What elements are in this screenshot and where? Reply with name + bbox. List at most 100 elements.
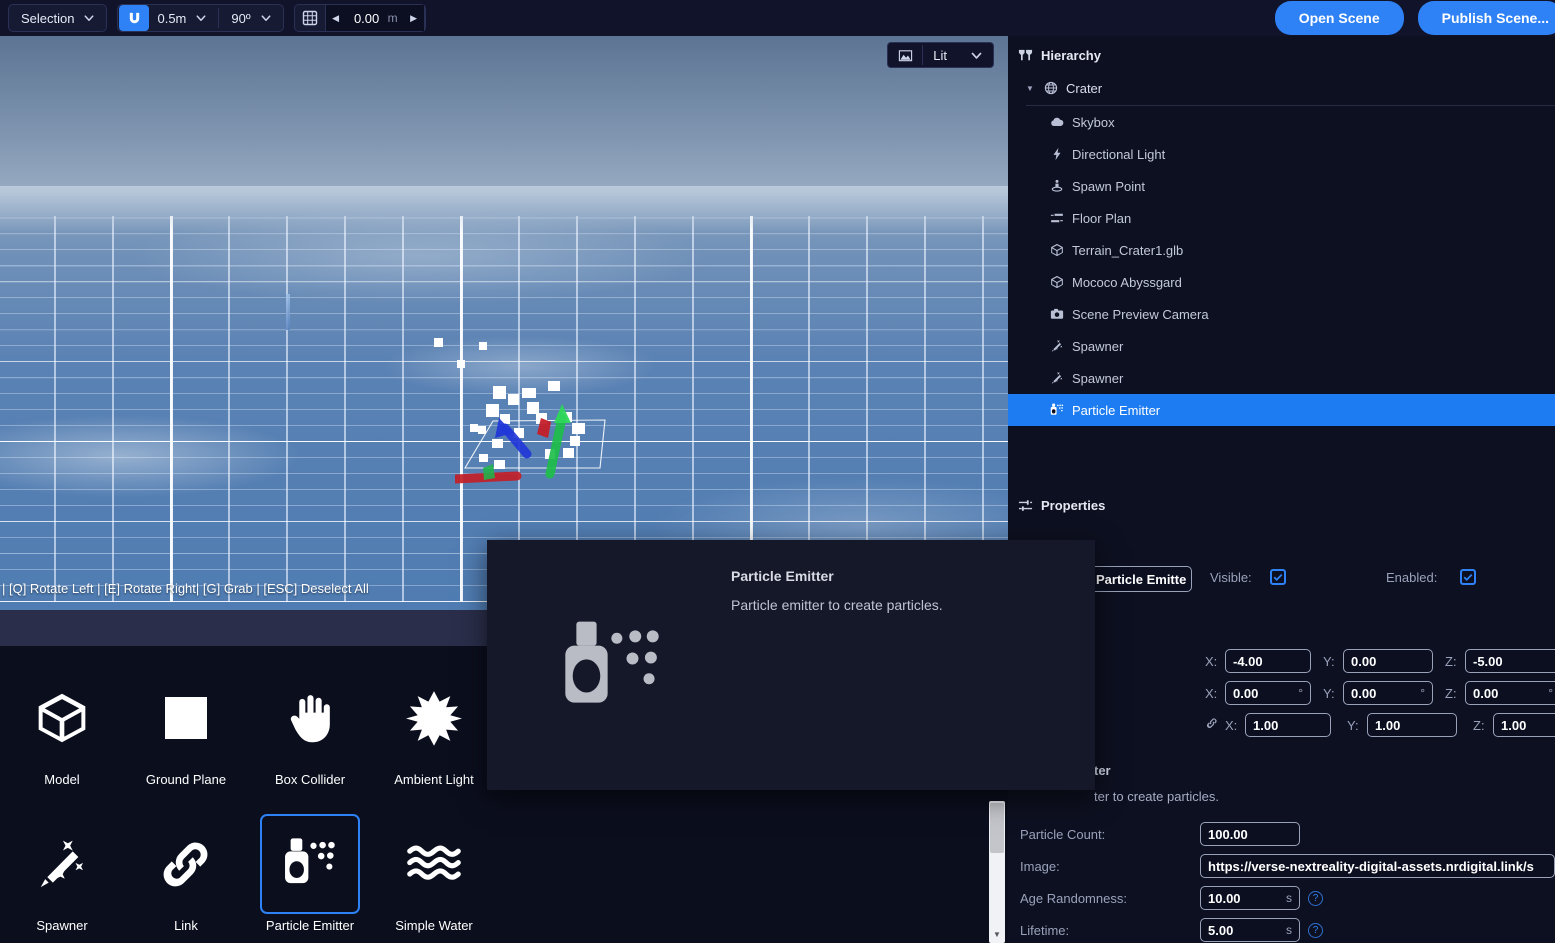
stepper-decrement-icon[interactable]: ◀ [326, 5, 346, 31]
property-input[interactable]: 5.00 s [1200, 918, 1300, 942]
hierarchy-item-mococo-abyssgard[interactable]: Mococo Abyssgard [1008, 266, 1555, 298]
hierarchy-item-directional-light[interactable]: Directional Light [1008, 138, 1555, 170]
selection-mode-dropdown[interactable]: Selection [8, 4, 108, 32]
hierarchy-item-terrain-crater1-glb[interactable]: Terrain_Crater1.glb [1008, 234, 1555, 266]
visible-checkbox[interactable] [1270, 569, 1286, 585]
palette-item-particle-emitter[interactable]: Particle Emitter [248, 792, 372, 938]
magic-wand-icon [12, 814, 112, 914]
asset-tooltip: Particle Emitter Particle emitter to cre… [487, 540, 1095, 790]
hierarchy-item-spawner[interactable]: Spawner [1008, 362, 1555, 394]
property-field-image: Image: https://verse-nextreality-digital-… [1020, 854, 1555, 878]
palette-item-box-collider[interactable]: Box Collider [248, 646, 372, 792]
property-unit: s [1286, 891, 1292, 905]
property-value: https://verse-nextreality-digital-assets… [1208, 858, 1534, 874]
snap-angle-dropdown[interactable]: 90º [219, 4, 282, 32]
grid-height-value[interactable]: 0.00 [346, 11, 388, 26]
rotation-x-input[interactable]: 0.00 ° [1225, 681, 1311, 705]
palette-scrollbar-thumb[interactable] [990, 803, 1004, 853]
palette-scrollbar[interactable]: ▼ [989, 801, 1005, 943]
hierarchy-item-scene-preview-camera[interactable]: Scene Preview Camera [1008, 298, 1555, 330]
rotation-z-value: 0.00 [1473, 685, 1499, 701]
palette-item-simple-water[interactable]: Simple Water [372, 792, 496, 938]
bolt-icon [1050, 147, 1072, 161]
property-label: Lifetime: [1020, 922, 1070, 938]
position-y-label: Y: [1323, 653, 1335, 669]
render-mode-dropdown[interactable]: Lit [887, 42, 994, 68]
grid-height-stepper[interactable]: ◀ 0.00 m ▶ [324, 5, 425, 31]
palette-item-label: Link [174, 918, 198, 933]
scale-y-label: Y: [1347, 717, 1359, 733]
hierarchy-item-label: Directional Light [1072, 146, 1166, 162]
property-label: Age Randomness: [1020, 890, 1127, 906]
hierarchy-item-floor-plan[interactable]: Floor Plan [1008, 202, 1555, 234]
publish-scene-button[interactable]: Publish Scene... [1417, 1, 1555, 35]
hierarchy-root-label: Crater [1066, 80, 1103, 96]
grid-snap-group[interactable]: ◀ 0.00 m ▶ [293, 4, 426, 32]
cube-icon [1050, 275, 1072, 289]
toolbar-actions: Open Scene Publish Scene... [1274, 1, 1555, 35]
property-input[interactable]: 10.00 s [1200, 886, 1300, 910]
snap-distance-dropdown[interactable]: 0.5m [149, 4, 218, 32]
property-input[interactable]: 100.00 [1200, 822, 1300, 846]
snap-group[interactable]: 0.5m 90º [117, 4, 284, 32]
scroll-down-icon[interactable]: ▼ [989, 927, 1005, 941]
selection-mode-label: Selection [21, 10, 75, 26]
position-x-input[interactable]: -4.00 [1225, 649, 1311, 673]
rotation-y-input[interactable]: 0.00 ° [1343, 681, 1433, 705]
scale-z-label: Z: [1473, 717, 1485, 733]
palette-item-spawner[interactable]: Spawner [0, 792, 124, 938]
magnet-icon[interactable] [119, 5, 150, 31]
palette-item-label: Particle Emitter [265, 918, 355, 933]
help-icon[interactable]: ? [1308, 890, 1323, 906]
spray-bottle-icon [260, 814, 360, 914]
palette-item-label: Ground Plane [145, 772, 227, 787]
scale-x-label: X: [1225, 717, 1238, 733]
chevron-down-icon [80, 9, 98, 27]
palette-item-label: Ambient Light [394, 772, 474, 787]
position-z-input[interactable]: -5.00 [1465, 649, 1555, 673]
position-y-input[interactable]: 0.00 [1343, 649, 1433, 673]
snap-angle-label: 90º [231, 10, 251, 26]
hierarchy-root-crater[interactable]: ▼ Crater [1008, 72, 1555, 104]
palette-item-ambient-light[interactable]: Ambient Light [372, 646, 496, 792]
spray-bottle-icon [559, 618, 671, 710]
rotation-z-unit: ° [1548, 686, 1553, 700]
3d-viewport[interactable]: | [Q] Rotate Left | [E] Rotate Right| [G… [0, 36, 1008, 610]
stepper-increment-icon[interactable]: ▶ [404, 5, 424, 31]
hierarchy-item-spawn-point[interactable]: Spawn Point [1008, 170, 1555, 202]
open-scene-button[interactable]: Open Scene [1274, 1, 1404, 35]
scale-z-input[interactable]: 1.00 [1493, 713, 1555, 737]
floorplan-icon [1050, 211, 1072, 225]
link-icon[interactable] [1205, 716, 1219, 735]
property-label: Particle Count: [1020, 826, 1106, 842]
hierarchy-item-label: Spawner [1072, 370, 1124, 386]
rotation-y-label: Y: [1323, 685, 1335, 701]
hierarchy-item-skybox[interactable]: Skybox [1008, 106, 1555, 138]
help-icon[interactable]: ? [1308, 922, 1323, 938]
cube-icon [1050, 243, 1072, 257]
magic-wand-icon [1050, 339, 1072, 353]
visible-row: Visible: [1210, 570, 1252, 585]
rotation-y-value: 0.00 [1351, 685, 1377, 701]
hierarchy-item-label: Floor Plan [1072, 210, 1132, 226]
scale-y-input[interactable]: 1.00 [1367, 713, 1457, 737]
rotation-row: X: 0.00 ° Y: 0.00 ° Z: 0.00 ° [1205, 681, 1555, 705]
rotation-z-input[interactable]: 0.00 ° [1465, 681, 1555, 705]
name-input[interactable]: Particle Emitte [1088, 566, 1192, 592]
property-input[interactable]: https://verse-nextreality-digital-assets… [1200, 854, 1555, 878]
palette-item-ground-plane[interactable]: Ground Plane [124, 646, 248, 792]
chevron-down-icon [192, 9, 210, 27]
properties-title: Properties [1041, 497, 1106, 513]
transform-gizmo[interactable] [455, 376, 635, 496]
hierarchy-item-particle-emitter[interactable]: Particle Emitter [1008, 394, 1555, 426]
palette-item-model[interactable]: Model [0, 646, 124, 792]
palette-item-link[interactable]: Link [124, 792, 248, 938]
horizon-glow [0, 186, 1008, 232]
property-field-particle-count: Particle Count: 100.00 [1020, 822, 1555, 846]
chevron-down-icon[interactable]: ▼ [1026, 84, 1044, 93]
scale-x-input[interactable]: 1.00 [1245, 713, 1331, 737]
grid-icon[interactable] [295, 5, 325, 31]
hierarchy-item-spawner[interactable]: Spawner [1008, 330, 1555, 362]
camera-icon [1050, 307, 1072, 321]
enabled-checkbox[interactable] [1460, 569, 1476, 585]
